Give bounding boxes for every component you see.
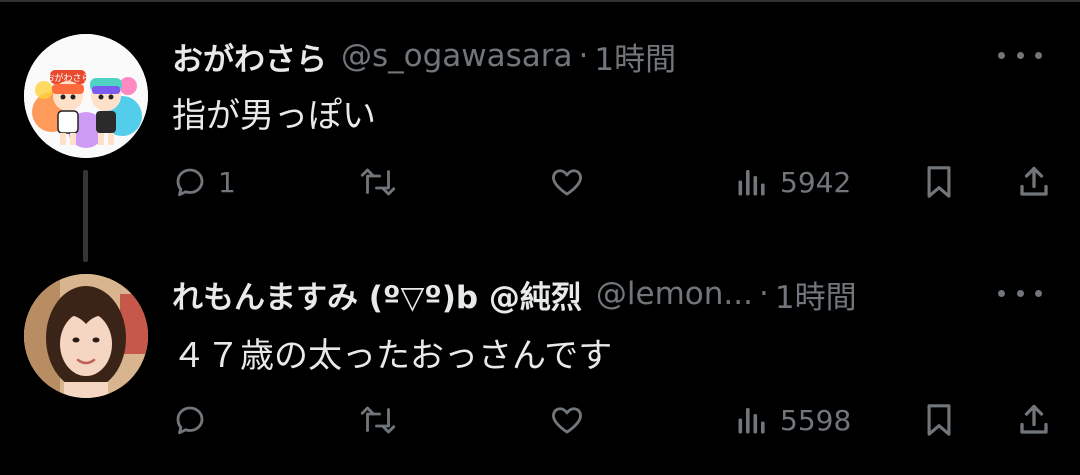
views-chart-icon (738, 170, 765, 196)
user-handle[interactable]: @s_ogawasara (341, 38, 573, 74)
separator-dot: · (578, 38, 589, 74)
reply-count: 1 (218, 165, 236, 199)
bookmark-button[interactable] (922, 396, 956, 444)
retweet-icon (360, 406, 396, 434)
retweet-button[interactable] (358, 396, 398, 444)
tweet-header: れもんますみ (º▽º)b @純烈 @lemon... · 1時間 (172, 272, 857, 316)
more-icon[interactable] (998, 278, 1042, 308)
views-button[interactable]: 5942 (734, 158, 851, 206)
retweet-icon (360, 168, 396, 196)
like-button[interactable] (548, 158, 586, 206)
retweet-button[interactable] (358, 158, 398, 206)
heart-icon (552, 407, 582, 434)
timestamp[interactable]: 1時間 (594, 34, 676, 79)
bookmark-icon (927, 166, 951, 198)
action-bar: 1 5942 (172, 158, 1052, 206)
user-handle[interactable]: @lemon... (596, 276, 753, 312)
display-name[interactable]: おがわさら (172, 34, 327, 79)
reply-icon (176, 406, 204, 435)
heart-icon (552, 169, 582, 196)
avatar-illustration: おがわさら (24, 34, 148, 158)
views-chart-icon (738, 408, 765, 434)
thread-connector (83, 170, 88, 262)
tweet-text: ４７歳の太ったおっさんです (172, 336, 613, 376)
share-button[interactable] (1016, 396, 1052, 444)
share-icon (1020, 166, 1048, 196)
tweet-header: おがわさら @s_ogawasara · 1時間 (172, 34, 676, 78)
more-icon[interactable] (998, 40, 1042, 70)
bookmark-icon (927, 404, 951, 436)
tweet-2[interactable]: れもんますみ (º▽º)b @純烈 @lemon... · 1時間 ４７歳の太っ… (0, 260, 1080, 475)
views-button[interactable]: 5598 (734, 396, 851, 444)
bookmark-button[interactable] (922, 158, 956, 206)
avatar[interactable]: おがわさら (24, 34, 148, 158)
reply-button[interactable] (172, 396, 218, 444)
share-icon (1020, 404, 1048, 434)
avatar-photo (24, 274, 148, 398)
share-button[interactable] (1016, 158, 1052, 206)
view-count: 5942 (780, 165, 852, 199)
tweet-1[interactable]: おがわさら おがわさら @s_ogawasara · 1時間 指が男っぽい 1 … (0, 0, 1080, 262)
like-button[interactable] (548, 396, 586, 444)
separator-dot: · (758, 276, 769, 312)
tweet-text: 指が男っぽい (172, 96, 376, 136)
view-count: 5598 (780, 403, 852, 437)
action-bar: 5598 (172, 396, 1052, 444)
reply-icon (176, 168, 204, 197)
avatar[interactable] (24, 274, 148, 398)
display-name[interactable]: れもんますみ (º▽º)b @純烈 (172, 272, 582, 317)
reply-button[interactable]: 1 (172, 158, 236, 206)
timestamp[interactable]: 1時間 (775, 272, 857, 317)
